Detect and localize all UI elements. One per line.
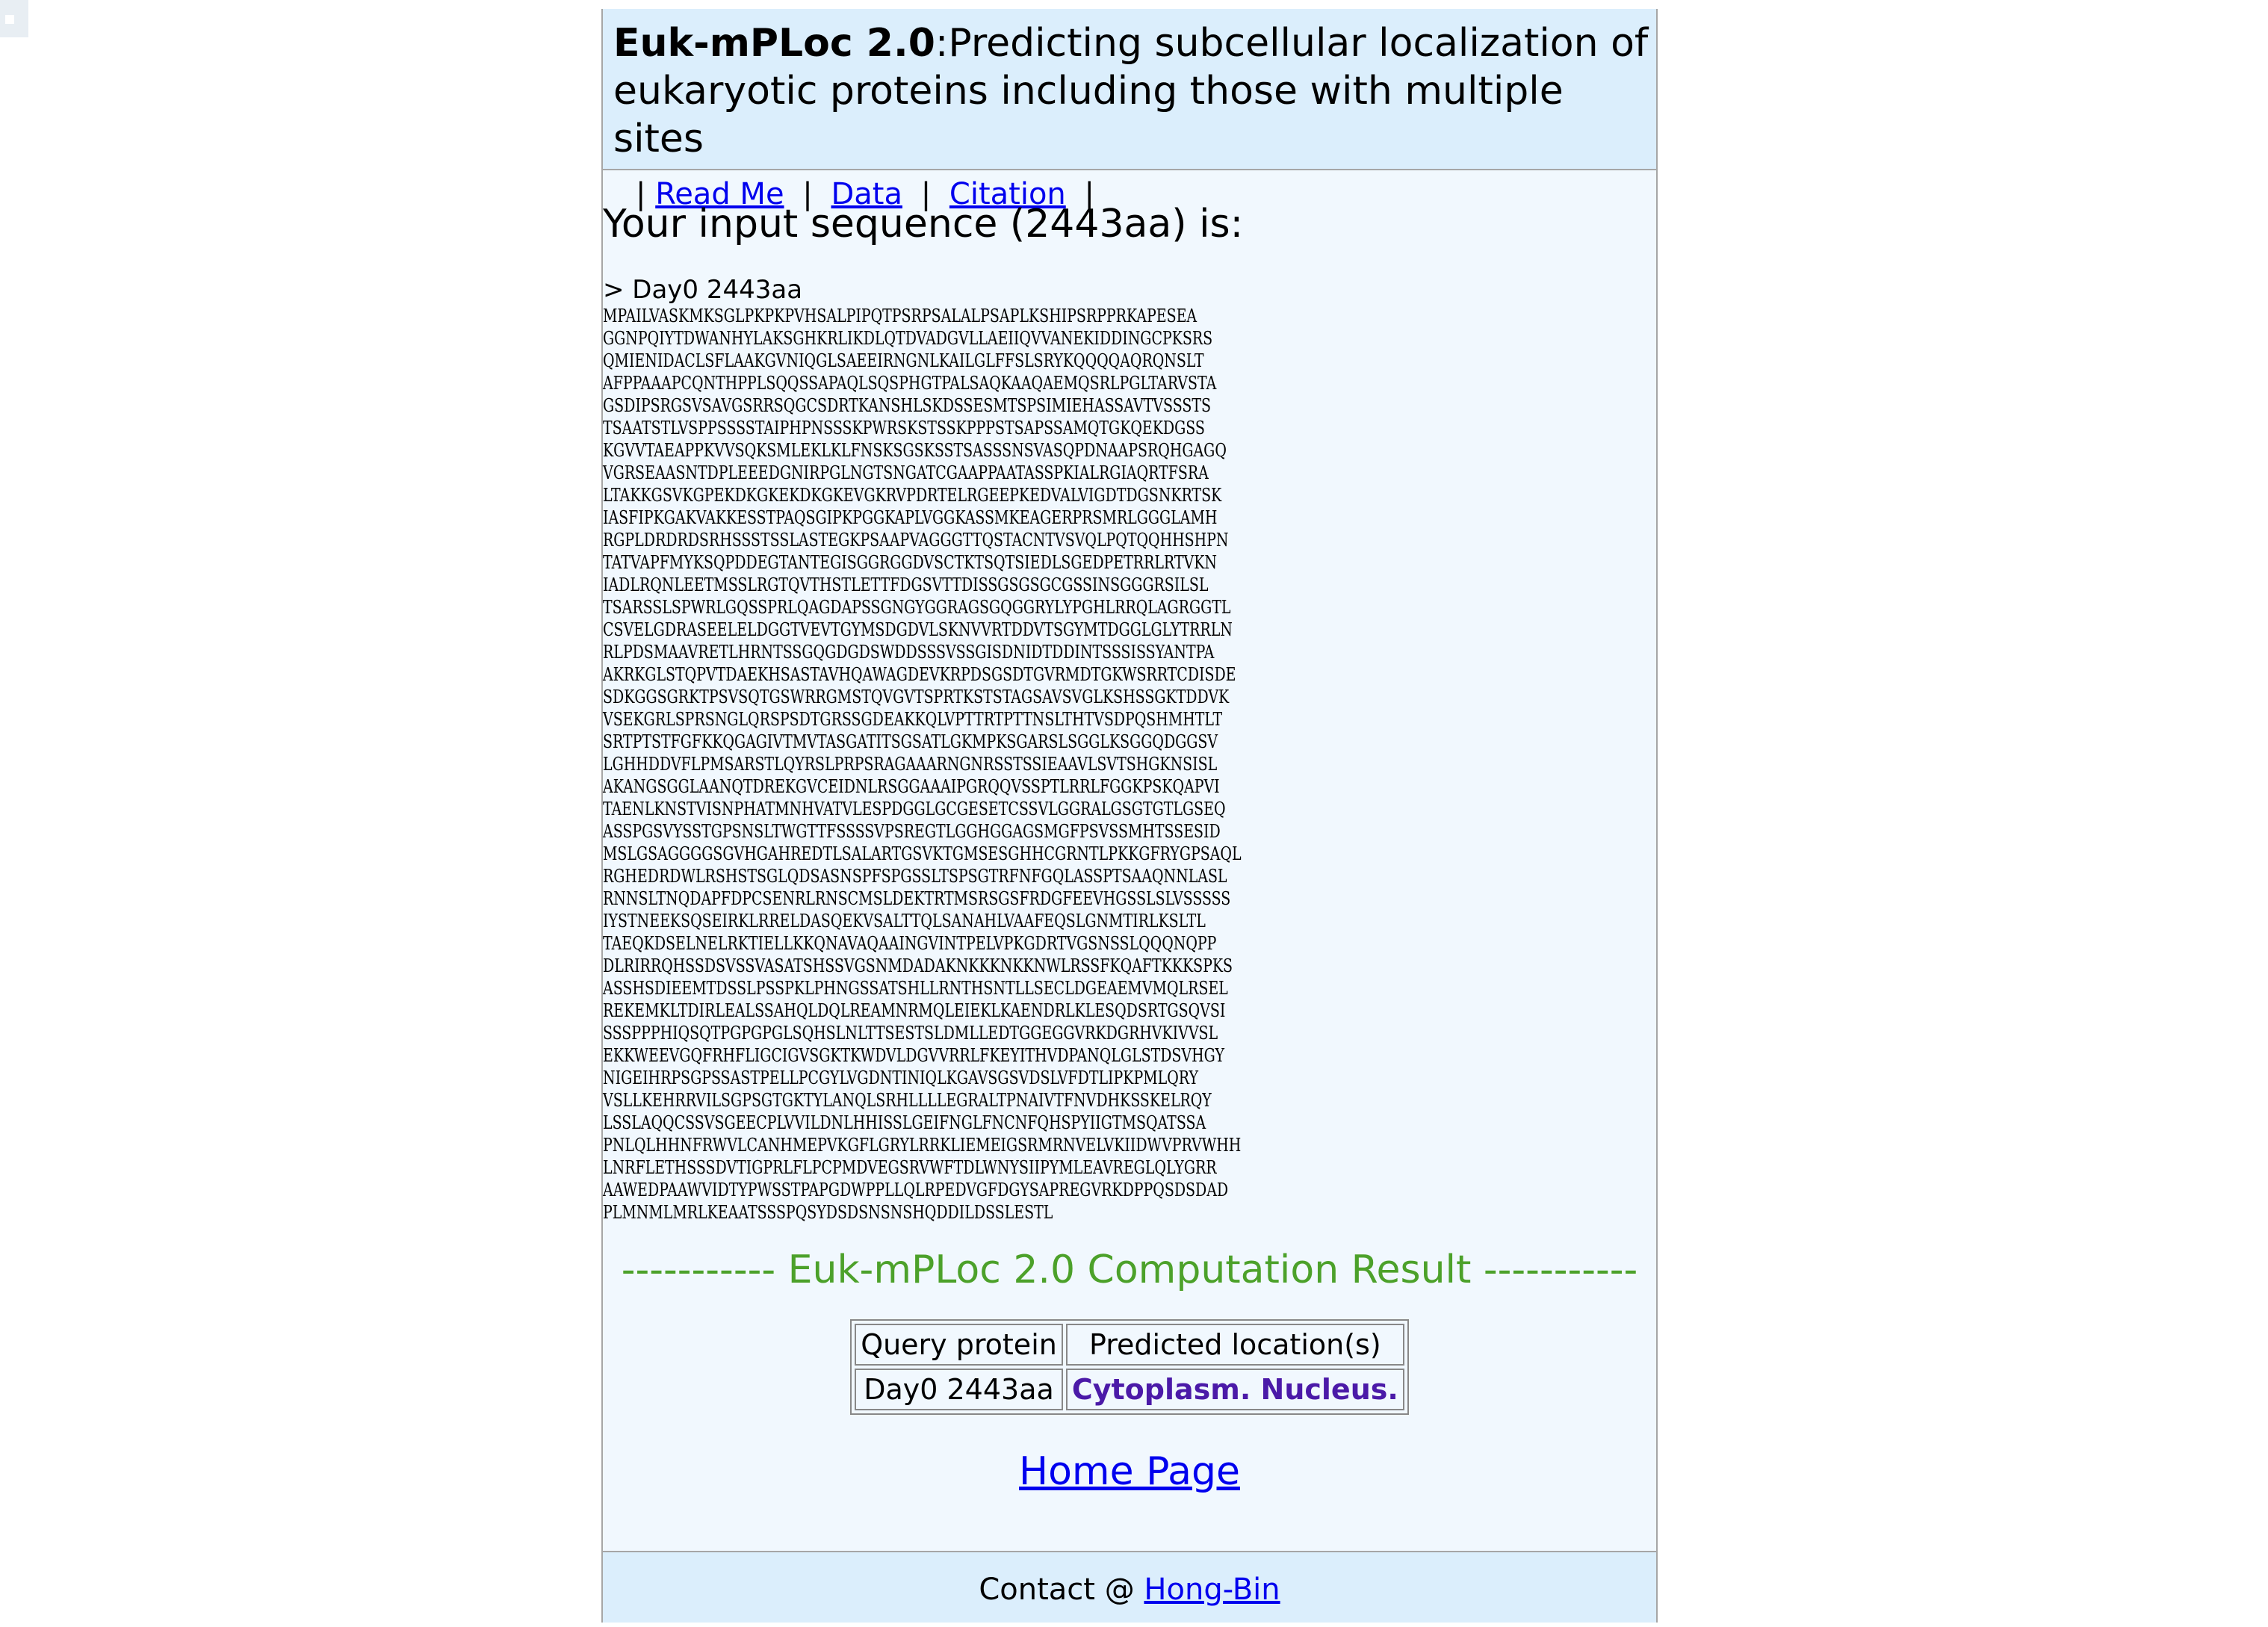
sequence-line: EKKWEEVGQFRHFLIGCIGVSGKTKWDVLDGVVRRLFKEY…	[603, 1045, 1224, 1066]
fasta-header: > Day0 2443aa	[603, 275, 803, 305]
contact-prefix: Contact @	[979, 1572, 1144, 1607]
sequence-line: IADLRQNLEETMSSLRGTQVTHSTLETTFDGSVTTDISSG…	[603, 574, 1209, 595]
sequence-line: TAEQKDSELNELRKTIELLKKQNAVAQAAINGVINTPELV…	[603, 933, 1217, 954]
site-brand: Euk-mPLoc 2.0	[613, 21, 935, 66]
page-container: Euk-mPLoc 2.0:Predicting subcellular loc…	[601, 9, 1658, 1623]
input-sequence-heading: Your input sequence (2443aa) is:	[603, 202, 1244, 247]
sequence-line: TSARSSLSPWRLGQSSPRLQAGDAPSSGNGYGGRAGSGQG…	[603, 597, 1231, 618]
table-row: Day0 2443aa Cytoplasm. Nucleus.	[855, 1369, 1404, 1410]
sequence-line: SSSPPPHIQSQTPGPGPGLSQHSLNLTTSESTSLDMLLED…	[603, 1023, 1218, 1044]
sequence-line: LGHHDDVFLPMSARSTLQYRSLPRPSRAGAAARNGNRSST…	[603, 754, 1218, 775]
column-header-query: Query protein	[855, 1324, 1063, 1366]
sequence-line: RGPLDRDRDSRHSSSTSSLASTEGKPSAAPVAGGGTTQST…	[603, 530, 1229, 551]
sequence-line: AAWEDPAAWVIDTYPWSSTPAPGDWPPLLQLRPEDVGFDG…	[603, 1180, 1229, 1200]
sequence-line: DLRIRRQHSSDSVSSVASATSHSSVGSNMDADAKNKKKNK…	[603, 955, 1233, 976]
home-link-wrap: Home Page	[603, 1448, 1656, 1496]
sequence-line: REKEMKLTDIRLEALSSAHQLDQLREAMNRMQLEIEKLKA…	[603, 1000, 1226, 1021]
sequence-line: TATVAPFMYKSQPDDEGTANTEGISGGRGGDVSCTKTSQT…	[603, 552, 1217, 573]
result-table-wrap: Query protein Predicted location(s) Day0…	[603, 1319, 1656, 1415]
site-header: Euk-mPLoc 2.0:Predicting subcellular loc…	[603, 9, 1656, 211]
sequence-line: LTAKKGSVKGPEKDKGKEKDKGKEVGKRVPDRTELRGEEP…	[603, 485, 1222, 506]
sequence-line: NIGEIHRPSGPSSASTPELLPCGYLVGDNTINIQLKGAVS…	[603, 1067, 1198, 1088]
sequence-line: ASSPGSVYSSTGPSNSLTWGTTFSSSSVPSREGTLGGHGG…	[603, 821, 1221, 842]
contact-link[interactable]: Hong-Bin	[1144, 1572, 1280, 1607]
sequence-line: VGRSEAASNTDPLEEEDGNIRPGLNGTSNGATCGAAPPAA…	[603, 462, 1209, 483]
site-title: Euk-mPLoc 2.0:Predicting subcellular loc…	[613, 19, 1656, 163]
home-page-link[interactable]: Home Page	[1019, 1449, 1240, 1494]
query-protein-cell: Day0 2443aa	[855, 1369, 1063, 1410]
column-header-location: Predicted location(s)	[1065, 1324, 1404, 1366]
sequence-line: SDKGGSGRKTPSVSQTGSWRRGMSTQVGVTSPRTKSTSTA…	[603, 687, 1230, 707]
sequence-line: IASFIPKGAKVAKKESSTPAQSGIPKPGGKAPLVGGKASS…	[603, 507, 1218, 528]
sequence-line: AKANGSGGLAANQTDREKGVCEIDNLRSGGAAAIPGRQQV…	[603, 776, 1220, 797]
main-content: Your input sequence (2443aa) is: > Day0 …	[603, 200, 1656, 1496]
sequence-line: KGVVTAEAPPKVVSQKSMLEKLKLFNSKSGSKSSTSASSS…	[603, 440, 1227, 461]
sequence-line: VSLLKEHRRVILSGPSGTGKTYLANQLSRHLLLLEGRALT…	[603, 1090, 1212, 1111]
sequence-line: ASSHSDIEEMTDSSLPSSPKLPHNGSSATSHLLRNTHSNT…	[603, 978, 1228, 999]
sequence-line: MSLGSAGGGGSGVHGAHREDTLSALARTGSVKTGMSESGH…	[603, 843, 1242, 864]
sequence-line: VSEKGRLSPRSNGLQRSPSDTGRSSGDEAKKQLVPTTRTP…	[603, 709, 1223, 730]
site-footer: Contact @ Hong-Bin	[603, 1551, 1656, 1623]
sequence-line: AKRKGLSTQPVTDAEKHSASTAVHQAWAGDEVKRPDSGSD…	[603, 664, 1236, 685]
sequence-line: GGNPQIYTDWANHYLAKSGHKRLIKDLQTDVADGVLLAEI…	[603, 328, 1213, 349]
corner-icon	[0, 0, 28, 37]
result-table: Query protein Predicted location(s) Day0…	[850, 1319, 1409, 1415]
sequence-line: RNNSLTNQDAPFDPCSENRLRNSCMSLDEKTRTMSRSGSF…	[603, 888, 1231, 909]
sequence-line: QMIENIDACLSFLAAKGVNIQGLSAEEIRNGNLKAILGLF…	[603, 350, 1204, 371]
sequence-line: SRTPTSTFGFKKQGAGIVTMVTASGATITSGSATLGKMPK…	[603, 731, 1218, 752]
sequence-line: AFPPAAAPCQNTHPPLSQQSSAPAQLSQSPHGTPALSAQK…	[603, 373, 1217, 394]
sequence-block: MPAILVASKMKSGLPKPKPVHSALPIPQTPSRPSALALPS…	[603, 305, 1435, 1224]
table-header-row: Query protein Predicted location(s)	[855, 1324, 1404, 1366]
sequence-line: RGHEDRDWLRSHSTSGLQDSASNSPFSPGSSLTSPSGTRF…	[603, 866, 1227, 887]
sequence-line: CSVELGDRASEELELDGGTVEVTGYMSDGDVLSKNVVRTD…	[603, 619, 1233, 640]
sequence-line: LNRFLETHSSSDVTIGPRLFLPCPMDVEGSRVWFTDLWNY…	[603, 1157, 1217, 1178]
sequence-line: PLMNMLMRLKEAATSSSPQSYDSDSNSNSHQDDILDSSLE…	[603, 1202, 1053, 1223]
sequence-line: TSAATSTLVSPPSSSSTAIPHPNSSSKPWRSKSTSSKPPP…	[603, 418, 1205, 438]
sequence-line: MPAILVASKMKSGLPKPKPVHSALPIPQTPSRPSALALPS…	[603, 306, 1197, 326]
sequence-line: LSSLAQQCSSVSGEECPLVVILDNLHHISSLGEIFNGLFN…	[603, 1112, 1206, 1133]
predicted-location-cell: Cytoplasm. Nucleus.	[1065, 1369, 1404, 1410]
sequence-line: TAENLKNSTVISNPHATMNHVATVLESPDGGLGCGESETC…	[603, 799, 1226, 819]
sequence-line: PNLQLHHNFRWVLCANHMEPVKGFLGRYLRRKLIEMEIGS…	[603, 1135, 1242, 1156]
sequence-line: IYSTNEEKSQSEIRKLRRELDASQEKVSALTTQLSANAHL…	[603, 911, 1206, 932]
sequence-line: RLPDSMAAVRETLHRNTSSGQGDGDSWDDSSSVSSGISDN…	[603, 642, 1215, 663]
result-title: ----------- Euk-mPLoc 2.0 Computation Re…	[621, 1248, 1638, 1292]
sequence-line: GSDIPSRGSVSAVGSRRSQGCSDRTKANSHLSKDSSESMT…	[603, 395, 1211, 416]
